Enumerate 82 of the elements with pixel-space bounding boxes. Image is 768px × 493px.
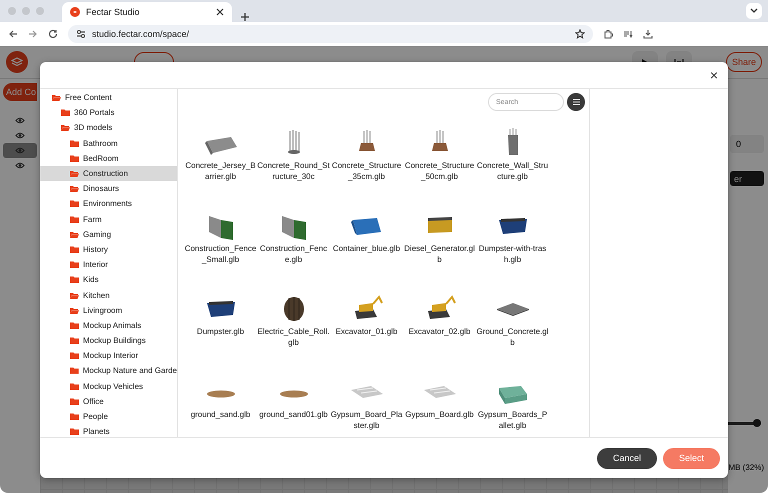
folder-item[interactable]: Mockup Nature and Garde <box>40 363 177 379</box>
open-folder-icon <box>70 306 79 314</box>
layers-icon <box>11 57 23 67</box>
folder-item[interactable]: History <box>40 242 177 258</box>
playlist-icon[interactable] <box>623 29 633 39</box>
file-name: Diesel_Generator.glb <box>403 243 476 265</box>
puzzle-icon[interactable] <box>603 29 613 39</box>
open-folder-icon <box>61 124 70 132</box>
open-folder-icon <box>70 292 79 299</box>
tab-title: Fectar Studio <box>86 7 141 17</box>
file-name: ground_sand.glb <box>190 409 252 420</box>
folder-item[interactable]: Gaming <box>40 226 177 242</box>
file-name: Concrete_Jersey_Barrier.glb <box>184 160 257 182</box>
eye-icon[interactable] <box>15 132 25 139</box>
folder-item[interactable]: Planets <box>40 424 177 437</box>
new-tab-icon[interactable] <box>240 12 250 22</box>
file-name: Construction_Fence.glb <box>258 243 328 265</box>
folder-item[interactable]: Construction <box>40 166 177 182</box>
folder-item[interactable]: Free Content <box>40 90 177 106</box>
folder-item[interactable]: 360 Portals <box>40 105 177 120</box>
file-name: Ground_Concrete.glb <box>476 326 549 348</box>
file-name: Concrete_Round_Structure_30c <box>257 160 330 182</box>
chevron-down-icon[interactable] <box>750 8 758 14</box>
folder-item[interactable]: Mockup Interior <box>40 348 177 364</box>
storage-usage: MB (32%) <box>728 463 764 472</box>
folder-item[interactable]: Dinosaurs <box>40 181 177 196</box>
eye-icon[interactable] <box>15 162 25 169</box>
folder-item[interactable]: People <box>40 408 177 424</box>
file-name: Gypsum_Board_Plaster.glb <box>330 409 403 431</box>
star-icon[interactable] <box>575 29 585 39</box>
browser-tab[interactable]: Fectar Studio <box>62 2 232 22</box>
folder-item[interactable]: Mockup Animals <box>40 318 177 333</box>
file-name: Excavator_02.glb <box>408 326 472 337</box>
file-name: ground_sand01.glb <box>258 409 329 420</box>
site-logo-icon <box>70 7 80 17</box>
close-button[interactable]: × <box>708 68 720 82</box>
file-name: Concrete_Wall_Structure.glb <box>476 160 549 182</box>
open-folder-icon <box>70 185 79 192</box>
menu-icon <box>572 99 580 105</box>
download-icon[interactable] <box>643 29 653 39</box>
layer-row[interactable] <box>3 143 37 158</box>
file-name: Gypsum_Boards_Pallet.glb <box>476 409 548 431</box>
cancel-button[interactable]: Cancel <box>596 448 657 468</box>
file-name: Concrete_Structure_50cm.glb <box>404 160 476 182</box>
eye-icon[interactable] <box>15 117 25 124</box>
folder-icon <box>61 109 70 116</box>
open-folder-icon <box>70 170 79 178</box>
dark-button[interactable]: er <box>730 171 764 186</box>
address-bar[interactable]: studio.fectar.com/space/ <box>68 25 593 43</box>
folder-item[interactable]: Office <box>40 394 177 409</box>
reload-icon[interactable] <box>48 29 58 39</box>
folder-item[interactable]: Bathroom <box>40 136 177 151</box>
file-name: Gypsum_Board.glb <box>404 409 475 420</box>
url-text: studio.fectar.com/space/ <box>92 29 190 39</box>
folder-item[interactable]: Interior <box>40 257 177 272</box>
menu-button[interactable] <box>567 93 585 111</box>
folder-item[interactable]: Farm <box>40 212 177 227</box>
file-name: Electric_Cable_Roll.glb <box>257 326 330 348</box>
close-icon[interactable] <box>216 8 224 16</box>
app-logo[interactable] <box>6 51 28 73</box>
slider-thumb[interactable] <box>753 419 761 427</box>
folder-item[interactable]: Livingroom <box>40 302 177 318</box>
file-name: Concrete_Structure_35cm.glb <box>330 160 402 182</box>
file-name: Container_blue.glb <box>332 243 402 254</box>
folder-item[interactable]: BedRoom <box>40 150 177 166</box>
open-folder-icon <box>52 94 61 102</box>
folder-item[interactable]: Kitchen <box>40 287 177 303</box>
back-icon[interactable] <box>8 29 18 39</box>
site-settings-icon[interactable] <box>76 29 86 39</box>
open-folder-icon <box>70 230 79 238</box>
folder-item[interactable]: Mockup Vehicles <box>40 378 177 394</box>
file-name: Construction_Fence_Small.glb <box>184 243 257 265</box>
slider-track[interactable] <box>727 422 761 425</box>
folder-item[interactable]: Mockup Buildings <box>40 333 177 348</box>
number-field[interactable]: 0 <box>730 135 764 153</box>
file-name: Excavator_01.glb <box>334 326 398 337</box>
folder-item[interactable]: 3D models <box>40 120 177 136</box>
folder-item[interactable]: Kids <box>40 272 177 288</box>
file-name: Dumpster-with-trash.glb <box>478 243 548 265</box>
file-name: Dumpster.glb <box>196 326 246 337</box>
folder-item[interactable]: Environments <box>40 196 177 212</box>
forward-icon[interactable] <box>28 29 38 39</box>
